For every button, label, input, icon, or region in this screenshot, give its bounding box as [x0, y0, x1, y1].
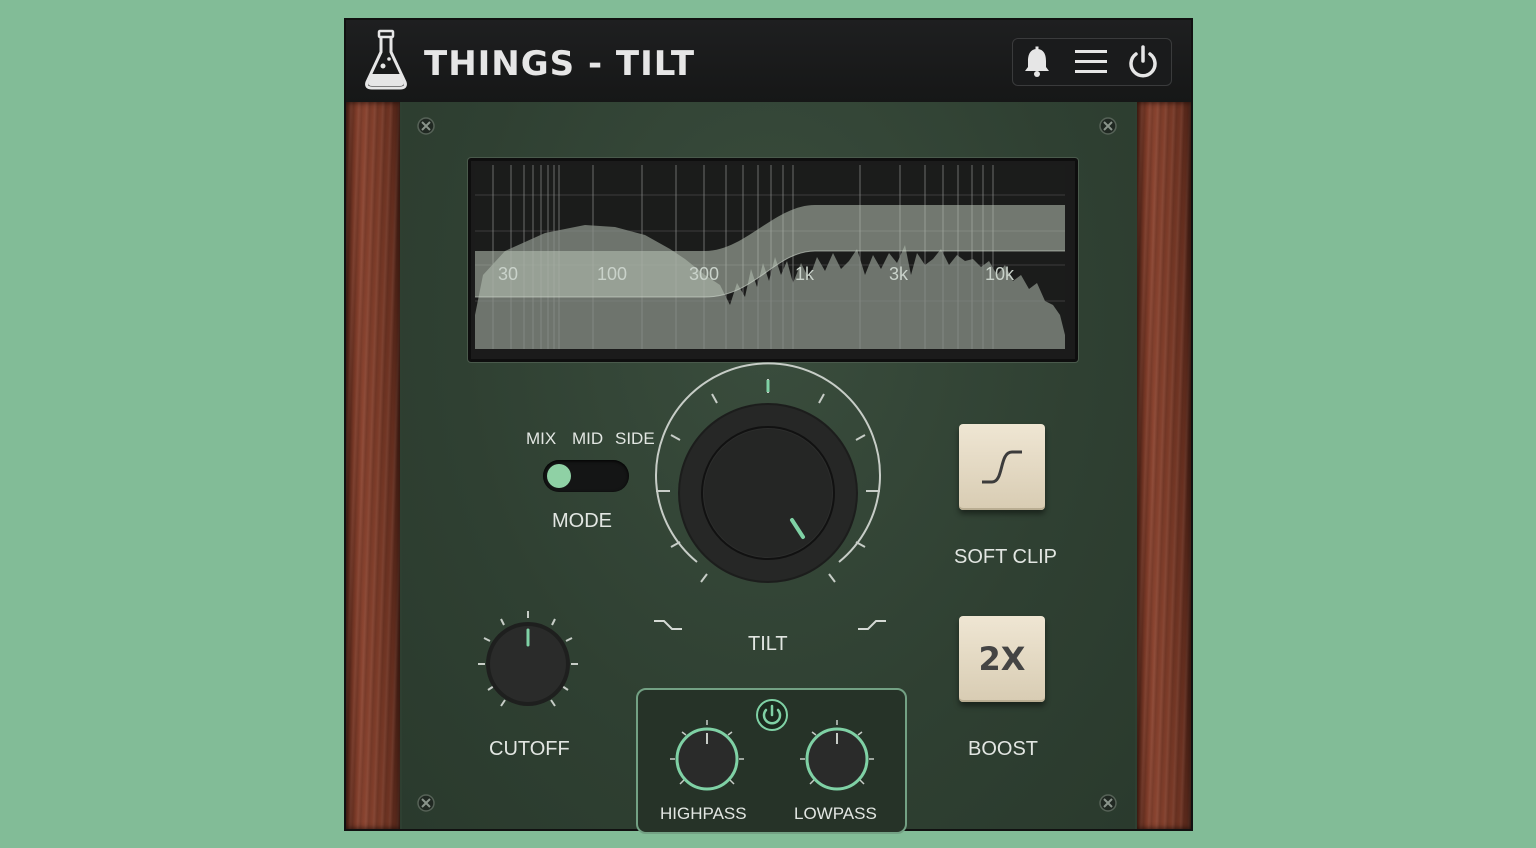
boost-label: BOOST	[968, 738, 1039, 760]
soft-clip-button[interactable]	[959, 424, 1045, 510]
highpass-knob[interactable]	[666, 718, 748, 800]
screw-icon	[417, 794, 435, 812]
highpass-label: HIGHPASS	[660, 804, 747, 823]
cutoff-knob[interactable]	[474, 608, 582, 716]
screw-icon	[417, 117, 435, 135]
header-buttons	[1012, 38, 1172, 86]
lowpass-label: LOWPASS	[794, 804, 877, 823]
soft-clip-label: SOFT CLIP	[954, 546, 1057, 568]
power-icon[interactable]	[1125, 45, 1161, 79]
soft-clip-curve-icon	[982, 450, 1022, 484]
wood-side-right	[1137, 102, 1191, 829]
tilt-low-icon	[654, 620, 682, 630]
screw-icon	[1099, 794, 1117, 812]
tilt-label: TILT	[748, 633, 788, 655]
mode-toggle-thumb	[547, 464, 571, 488]
mode-label: MODE	[552, 510, 612, 532]
freq-label-3k: 3k	[889, 264, 909, 284]
mode-option-mid[interactable]: MID	[572, 429, 603, 449]
freq-label-30: 30	[498, 264, 519, 284]
plugin-window: THINGS - TILT 30 100 300 1k 3k 10k MIX M…	[344, 18, 1193, 834]
header-bar: THINGS - TILT	[346, 20, 1191, 102]
tilt-high-icon	[858, 620, 886, 630]
filter-section: HIGHPASS LOWPASS	[636, 688, 907, 834]
plugin-body: 30 100 300 1k 3k 10k MIX MID SIDE MODE T…	[346, 102, 1191, 834]
boost-button-text: 2X	[978, 640, 1026, 678]
freq-label-100: 100	[597, 264, 628, 284]
bell-icon[interactable]	[1019, 45, 1055, 79]
cutoff-label: CUTOFF	[489, 738, 570, 760]
front-panel: 30 100 300 1k 3k 10k MIX MID SIDE MODE T…	[402, 102, 1135, 834]
menu-icon[interactable]	[1073, 45, 1109, 79]
wood-side-left	[346, 102, 400, 829]
mode-option-side[interactable]: SIDE	[615, 429, 655, 449]
tilt-knob[interactable]	[653, 362, 883, 606]
mode-option-mix[interactable]: MIX	[526, 429, 556, 449]
freq-label-300: 300	[689, 264, 720, 284]
boost-2x-button[interactable]: 2X	[959, 616, 1045, 702]
freq-label-10k: 10k	[985, 264, 1015, 284]
plugin-title: THINGS - TILT	[424, 44, 696, 84]
filter-power-icon[interactable]	[755, 698, 789, 732]
freq-label-1k: 1k	[795, 264, 815, 284]
screw-icon	[1099, 117, 1117, 135]
flask-logo-icon	[365, 29, 407, 90]
mode-toggle-switch[interactable]	[543, 460, 629, 492]
lowpass-knob[interactable]	[796, 718, 878, 800]
spectrum-graph	[475, 165, 1065, 349]
spectrum-display: 30 100 300 1k 3k 10k	[468, 158, 1078, 362]
